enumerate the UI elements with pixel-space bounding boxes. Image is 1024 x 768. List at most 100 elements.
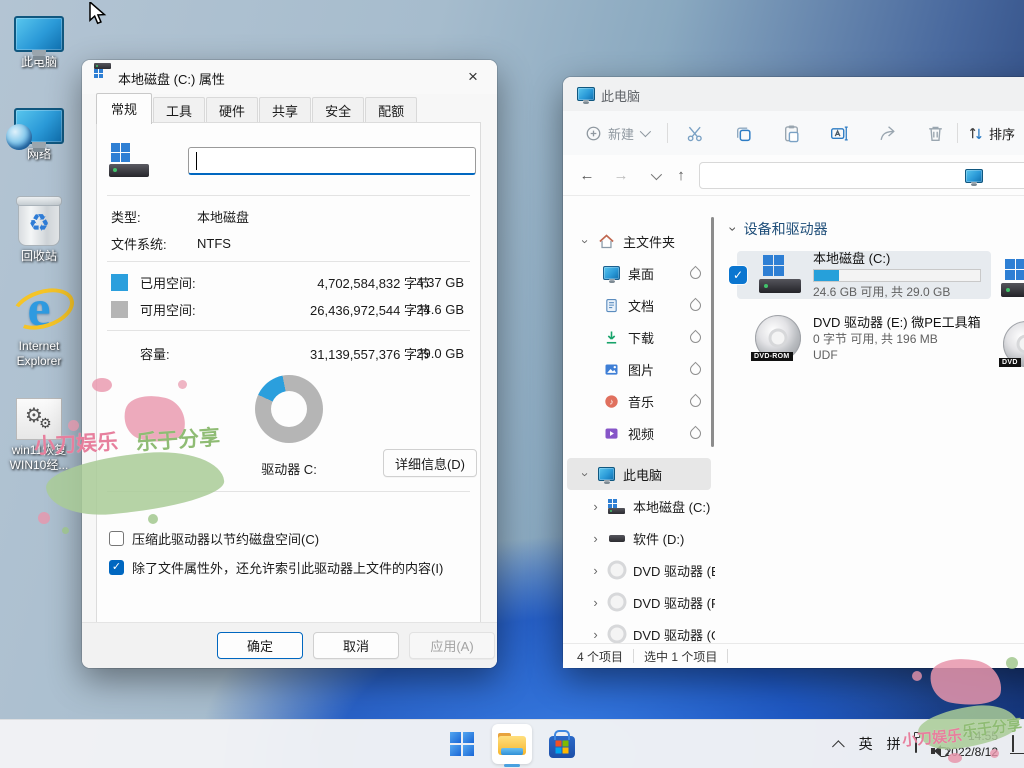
- ime-pinyin-indicator[interactable]: 拼: [887, 734, 901, 754]
- tab-hardware[interactable]: 硬件: [206, 97, 258, 124]
- this-pc-icon: [598, 466, 615, 483]
- properties-dialog: 本地磁盘 (C:) 属性 × 常规 工具 硬件 共享 安全 配额 类型: 本地磁…: [82, 60, 497, 668]
- address-bar[interactable]: › 此电脑: [699, 162, 1024, 189]
- capacity-label: 容量:: [140, 344, 226, 363]
- this-pc-icon: [14, 16, 64, 52]
- sort-button[interactable]: 排序: [961, 118, 1021, 148]
- cut-button[interactable]: [677, 118, 713, 148]
- taskbar-file-explorer[interactable]: [492, 724, 532, 764]
- explorer-command-bar: 新建: [563, 111, 1024, 156]
- sidebar-item-desktop[interactable]: 桌面: [567, 257, 711, 289]
- sidebar-item-pictures[interactable]: 图片: [567, 353, 711, 385]
- sidebar-item-downloads[interactable]: 下载: [567, 321, 711, 353]
- desktop-icon-label: win11恢复 WIN10经...: [0, 443, 78, 473]
- tab-general[interactable]: 常规: [96, 93, 152, 124]
- folder-icon: [498, 733, 526, 755]
- toolbar-divider: [957, 123, 958, 143]
- drive-item-dvd-e[interactable]: DVD-ROM DVD 驱动器 (E:) 微PE工具箱 0 字节 可用, 共 1…: [737, 307, 991, 369]
- share-button[interactable]: [869, 118, 905, 148]
- scrollbar-thumb[interactable]: [711, 217, 714, 447]
- capacity-row: 容量: 31,139,557,376 字节 29.0 GB: [111, 344, 476, 362]
- sidebar-item-dvd-f[interactable]: › DVD 驱动器 (F:): [567, 586, 711, 618]
- drive-item-c[interactable]: ✓ 本地磁盘 (C:) 24.6 GB 可用, 共 29.0 GB: [737, 251, 991, 299]
- ok-button[interactable]: 确定: [217, 632, 303, 659]
- network-icon[interactable]: [915, 736, 917, 752]
- chevron-right-icon: ›: [591, 627, 600, 642]
- sidebar-item-drive-c[interactable]: › 本地磁盘 (C:): [567, 490, 711, 522]
- selection-checkbox[interactable]: ✓: [729, 266, 747, 284]
- cancel-button[interactable]: 取消: [313, 632, 399, 659]
- tab-sharing[interactable]: 共享: [259, 97, 311, 124]
- dialog-titlebar[interactable]: 本地磁盘 (C:) 属性 ×: [82, 60, 497, 94]
- paste-icon: [782, 124, 801, 143]
- notification-bell-icon[interactable]: [1012, 736, 1014, 752]
- used-space-row: 已用空间: 4,702,584,832 字节 4.37 GB: [111, 273, 476, 291]
- details-button[interactable]: 详细信息(D): [383, 449, 477, 477]
- sidebar-item-documents[interactable]: 文档: [567, 289, 711, 321]
- internet-explorer-icon: e: [13, 284, 65, 336]
- desktop-icon-internet-explorer[interactable]: e Internet Explorer: [0, 284, 78, 369]
- taskbar-clock[interactable]: 14:55 2022/8/12: [945, 728, 998, 760]
- capacity-spacer: [111, 345, 128, 362]
- filesystem-label: 文件系统:: [111, 234, 197, 253]
- paste-button[interactable]: [773, 118, 809, 148]
- section-devices-and-drives[interactable]: › 设备和驱动器: [731, 219, 828, 239]
- tab-quota[interactable]: 配额: [365, 97, 417, 124]
- tray-chevron-up-icon[interactable]: [836, 736, 845, 752]
- drive-name: DVD 驱动器 (E:) 微PE工具箱: [813, 314, 981, 331]
- drive-item-partial[interactable]: [1001, 259, 1024, 299]
- forward-button[interactable]: →: [607, 163, 635, 189]
- drive-info: 24.6 GB 可用, 共 29.0 GB: [813, 284, 981, 300]
- free-space-swatch: [111, 301, 128, 318]
- checkbox-checked[interactable]: ✓: [109, 560, 124, 575]
- divider: [107, 195, 470, 196]
- divider: [107, 491, 470, 492]
- sidebar-item-videos[interactable]: 视频: [567, 417, 711, 449]
- explorer-titlebar[interactable]: 此电脑: [563, 77, 1024, 111]
- sidebar-item-dvd-e[interactable]: › DVD 驱动器 (E:): [567, 554, 711, 586]
- index-checkbox-row[interactable]: ✓ 除了文件属性外，还允许索引此驱动器上文件的内容(I): [109, 558, 443, 577]
- desktop-folder-icon: [603, 265, 620, 282]
- sidebar-item-music[interactable]: ♪ 音乐: [567, 385, 711, 417]
- desktop-icon-label: Internet Explorer: [0, 339, 78, 369]
- sidebar-item-label: DVD 驱动器 (F:): [633, 593, 715, 612]
- desktop: 此电脑 网络 ♻ 回收站 e Internet Explorer ⚙⚙ win1…: [0, 0, 1024, 768]
- history-dropdown-button[interactable]: [641, 163, 669, 189]
- ime-language-indicator[interactable]: 英: [859, 734, 873, 754]
- volume-label-input[interactable]: [188, 147, 476, 175]
- disk-usage-donut-chart: [255, 375, 323, 443]
- sidebar-item-drive-d[interactable]: › 软件 (D:): [567, 522, 711, 554]
- new-button[interactable]: 新建: [577, 118, 656, 148]
- desktop-icon-network[interactable]: 网络: [0, 108, 78, 162]
- apply-button[interactable]: 应用(A): [409, 632, 495, 659]
- status-divider: [633, 649, 634, 663]
- up-button[interactable]: ↑: [667, 163, 695, 189]
- tab-tools[interactable]: 工具: [153, 97, 205, 124]
- taskbar-microsoft-store[interactable]: [542, 724, 582, 764]
- tab-security[interactable]: 安全: [312, 97, 364, 124]
- close-icon[interactable]: ×: [455, 63, 491, 91]
- copy-button[interactable]: [725, 118, 761, 148]
- desktop-icon-this-pc[interactable]: 此电脑: [0, 16, 78, 70]
- windows-logo-icon: [450, 732, 474, 756]
- music-icon: ♪: [603, 393, 620, 410]
- desktop-icon-recycle-bin[interactable]: ♻ 回收站: [0, 200, 78, 264]
- sidebar-item-this-pc[interactable]: › 此电脑: [567, 458, 711, 490]
- chevron-down-icon: [640, 126, 651, 137]
- compress-checkbox-row[interactable]: 压缩此驱动器以节约磁盘空间(C): [109, 529, 319, 548]
- drive-usage-bar: [813, 269, 981, 282]
- rename-button[interactable]: [821, 118, 857, 148]
- start-button[interactable]: [442, 724, 482, 764]
- desktop-icon-win11-restore[interactable]: ⚙⚙ win11恢复 WIN10经...: [0, 398, 78, 473]
- back-button[interactable]: ←: [573, 163, 601, 189]
- sidebar-scrollbar[interactable]: [711, 217, 715, 517]
- capacity-bytes: 31,139,557,376 字节: [260, 344, 430, 363]
- delete-button[interactable]: [917, 118, 953, 148]
- checkbox-unchecked[interactable]: [109, 531, 124, 546]
- drive-caption: 驱动器 C:: [189, 459, 389, 478]
- pin-icon: [688, 329, 704, 345]
- free-space-size: 24.6 GB: [408, 302, 472, 317]
- text-caret: [196, 152, 197, 170]
- sidebar-item-home[interactable]: › 主文件夹: [567, 225, 711, 257]
- drive-item-partial[interactable]: DVD: [1003, 321, 1024, 367]
